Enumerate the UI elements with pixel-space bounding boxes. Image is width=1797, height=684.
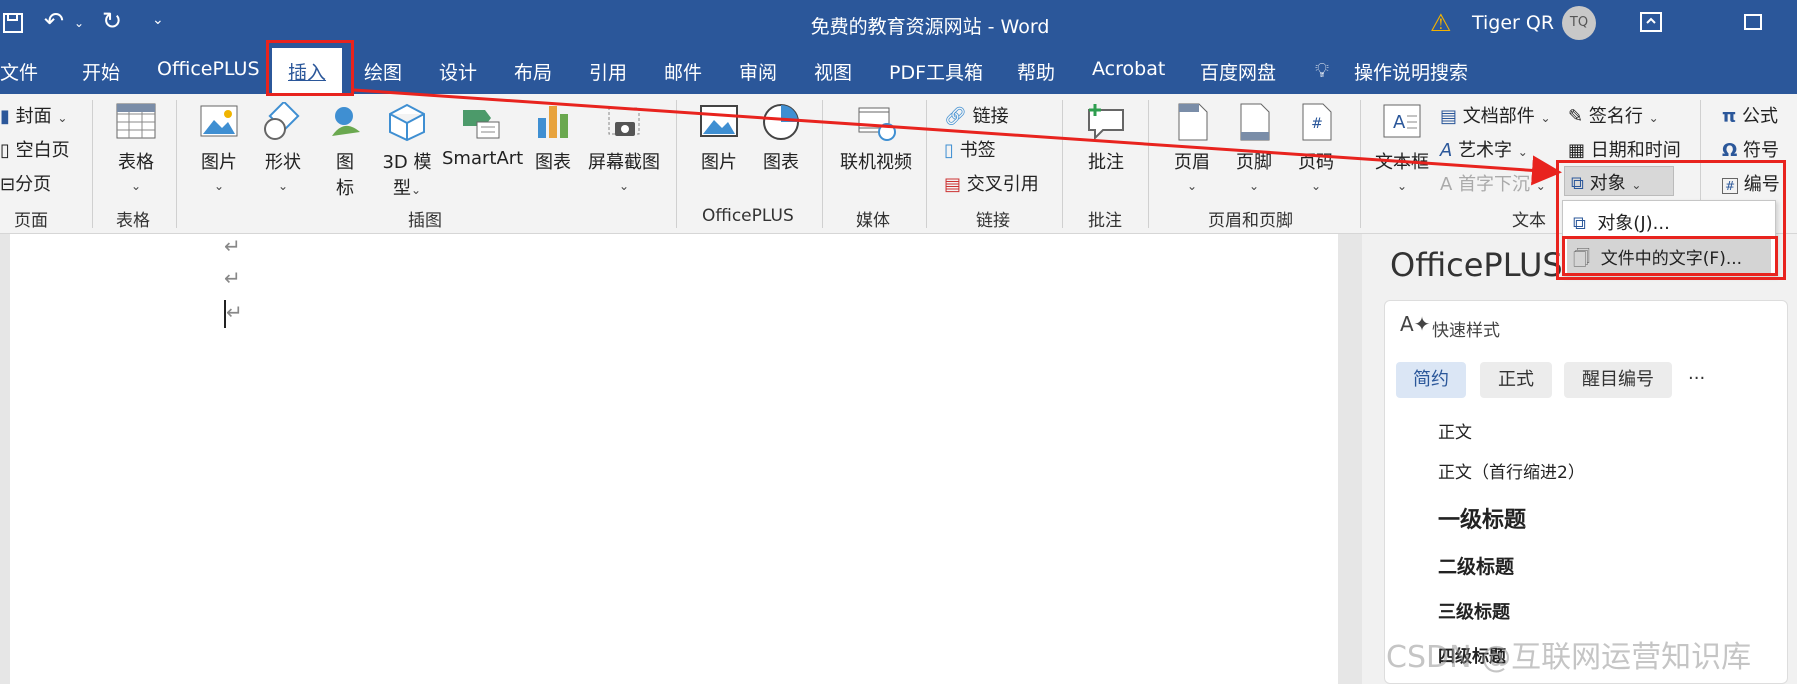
annotation-arrow — [353, 88, 1562, 186]
